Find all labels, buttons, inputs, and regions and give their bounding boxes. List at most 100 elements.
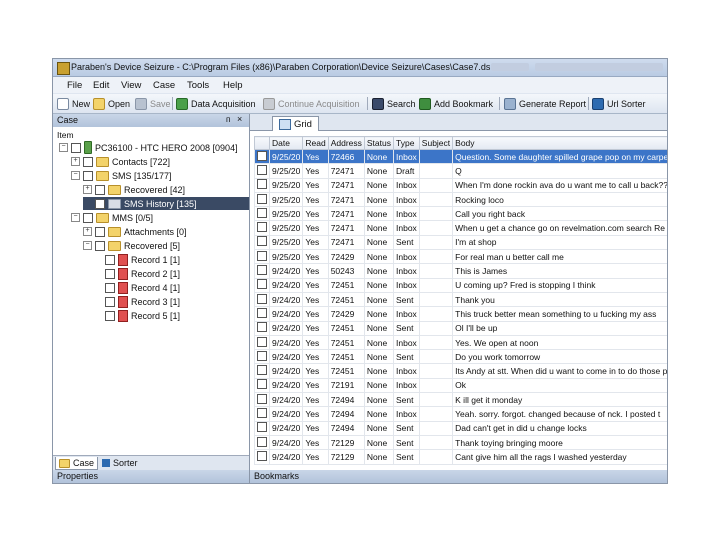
- tree-checkbox[interactable]: [83, 170, 93, 181]
- checkbox[interactable]: [257, 193, 267, 204]
- tree-item-record[interactable]: Record 4 [1]: [105, 281, 180, 294]
- save-button[interactable]: Save: [135, 97, 171, 110]
- row-checkbox[interactable]: [254, 363, 270, 379]
- checkbox[interactable]: [257, 393, 267, 404]
- checkbox[interactable]: [257, 322, 267, 333]
- table-row[interactable]: 9/24/20 Yes 72429 None Inbox This truck bette…: [254, 306, 667, 322]
- table-row[interactable]: 9/25/20 Yes 72471 None Inbox When u get a cha…: [254, 220, 667, 236]
- column-header[interactable]: Type: [393, 136, 420, 150]
- table-row[interactable]: 9/24/20 Yes 72129 None Sent Thank toying brin…: [254, 434, 667, 451]
- new-button[interactable]: New: [57, 97, 90, 110]
- tree-item-device[interactable]: − PC36100 - HTC HERO 2008 [0904]: [59, 141, 238, 154]
- table-row[interactable]: 9/25/20 Yes 72471 None Inbox When I'm done ro…: [254, 177, 667, 193]
- continue-acquisition-button[interactable]: Continue Acquisition: [263, 97, 360, 110]
- column-header[interactable]: Status: [363, 136, 395, 150]
- tree-checkbox[interactable]: [95, 226, 105, 237]
- column-header[interactable]: Subject: [418, 136, 454, 150]
- menu-view[interactable]: View: [121, 80, 141, 91]
- row-checkbox[interactable]: [254, 206, 270, 222]
- row-checkbox[interactable]: [254, 320, 270, 336]
- pin-icon[interactable]: ᴨ: [226, 115, 230, 124]
- checkbox[interactable]: [257, 365, 267, 376]
- table-row[interactable]: 9/24/20 Yes 72494 None Inbox Yeah. sorry. for…: [254, 406, 667, 422]
- table-row[interactable]: 9/24/20 Yes 72451 None Sent Ol I'll be up: [254, 320, 667, 336]
- checkbox[interactable]: [257, 150, 267, 161]
- row-checkbox[interactable]: [254, 234, 270, 251]
- tree-item-mms-recovered[interactable]: − Recovered [5]: [83, 239, 180, 252]
- tree-item-sms[interactable]: − SMS [135/177]: [71, 169, 172, 182]
- tree-item-record[interactable]: Record 3 [1]: [105, 295, 180, 308]
- row-checkbox[interactable]: [254, 249, 270, 265]
- row-checkbox[interactable]: [254, 163, 270, 179]
- row-checkbox[interactable]: [254, 148, 270, 165]
- table-row[interactable]: 9/24/20 Yes 72451 None Inbox Its Andy at stt.…: [254, 363, 667, 379]
- row-checkbox[interactable]: [254, 406, 270, 422]
- column-header[interactable]: Read: [302, 136, 329, 150]
- row-checkbox[interactable]: [254, 420, 270, 436]
- checkbox[interactable]: [257, 164, 267, 175]
- table-row[interactable]: 9/25/20 Yes 72471 None Inbox Call you right b…: [254, 206, 667, 222]
- tree-checkbox[interactable]: [95, 240, 105, 251]
- row-checkbox[interactable]: [254, 334, 270, 351]
- collapse-icon[interactable]: −: [59, 143, 68, 152]
- table-row[interactable]: 9/24/20 Yes 72494 None Sent K ill get it mond…: [254, 392, 667, 408]
- checkbox[interactable]: [257, 436, 267, 447]
- tree-item-sms-history[interactable]: SMS History [135]: [83, 197, 249, 210]
- checkbox[interactable]: [257, 236, 267, 247]
- tree-checkbox[interactable]: [83, 156, 93, 167]
- row-checkbox[interactable]: [254, 434, 270, 451]
- checkbox[interactable]: [257, 450, 267, 461]
- tree-item-mms[interactable]: − MMS [0/5]: [71, 211, 153, 224]
- table-row[interactable]: 9/24/20 Yes 72451 None Sent Thank you: [254, 291, 667, 308]
- checkbox[interactable]: [257, 407, 267, 418]
- column-header[interactable]: Date: [268, 136, 304, 150]
- table-row[interactable]: 9/25/20 Yes 72471 None Inbox Rocking loco: [254, 191, 667, 208]
- close-icon[interactable]: ×: [237, 114, 242, 124]
- checkbox[interactable]: [257, 422, 267, 433]
- collapse-icon[interactable]: −: [71, 171, 80, 180]
- tab-grid[interactable]: Grid: [272, 116, 319, 131]
- add-bookmark-button[interactable]: Add Bookmark: [419, 97, 493, 110]
- collapse-icon[interactable]: −: [71, 213, 80, 222]
- tree-checkbox[interactable]: [83, 212, 93, 223]
- table-row[interactable]: 9/24/20 Yes 72451 None Inbox U coming up? Fre…: [254, 277, 667, 293]
- tree-item-record[interactable]: Record 5 [1]: [105, 309, 180, 322]
- checkbox[interactable]: [257, 293, 267, 304]
- menu-file[interactable]: File: [67, 80, 82, 91]
- checkbox[interactable]: [257, 265, 267, 276]
- data-acquisition-button[interactable]: Data Acquisition: [176, 97, 256, 110]
- checkbox[interactable]: [257, 222, 267, 233]
- checkbox[interactable]: [257, 250, 267, 261]
- tree-checkbox[interactable]: [105, 310, 115, 321]
- row-checkbox[interactable]: [254, 263, 270, 279]
- row-checkbox[interactable]: [254, 291, 270, 308]
- search-button[interactable]: Search: [372, 97, 416, 110]
- tree-checkbox[interactable]: [105, 296, 115, 307]
- tree-checkbox[interactable]: [105, 282, 115, 293]
- table-row[interactable]: 9/25/20 Yes 72429 None Inbox For real man u b…: [254, 249, 667, 265]
- row-checkbox[interactable]: [254, 306, 270, 322]
- table-row[interactable]: 9/24/20 Yes 72494 None Sent Dad can't get in …: [254, 420, 667, 436]
- row-checkbox[interactable]: [254, 377, 270, 394]
- tree-item-record[interactable]: Record 1 [1]: [105, 253, 180, 266]
- menu-case[interactable]: Case: [153, 80, 175, 91]
- expand-icon[interactable]: +: [83, 185, 92, 194]
- row-checkbox[interactable]: [254, 349, 270, 365]
- tree-checkbox[interactable]: [71, 142, 81, 153]
- tab-sorter[interactable]: Sorter: [99, 457, 141, 469]
- url-sorter-button[interactable]: Url Sorter: [592, 97, 646, 110]
- table-row[interactable]: 9/24/20 Yes 72451 None Sent Do you work tomor…: [254, 349, 667, 365]
- menu-edit[interactable]: Edit: [93, 80, 109, 91]
- menu-tools[interactable]: Tools: [187, 80, 209, 91]
- checkbox[interactable]: [257, 279, 267, 290]
- menu-help[interactable]: Help: [223, 80, 243, 91]
- tree-checkbox[interactable]: [95, 184, 105, 195]
- table-row[interactable]: 9/25/20 Yes 72471 None Draft Q: [254, 163, 667, 179]
- table-row[interactable]: 9/24/20 Yes 50243 None Inbox This is James: [254, 263, 667, 279]
- table-row[interactable]: 9/25/20 Yes 72466 None Inbox Question. Some d…: [254, 148, 667, 165]
- row-checkbox[interactable]: [254, 277, 270, 293]
- collapse-icon[interactable]: −: [83, 241, 92, 250]
- tree-checkbox[interactable]: [95, 198, 105, 209]
- expand-icon[interactable]: +: [83, 227, 92, 236]
- table-row[interactable]: 9/24/20 Yes 72129 None Sent Cant give him all…: [254, 449, 667, 465]
